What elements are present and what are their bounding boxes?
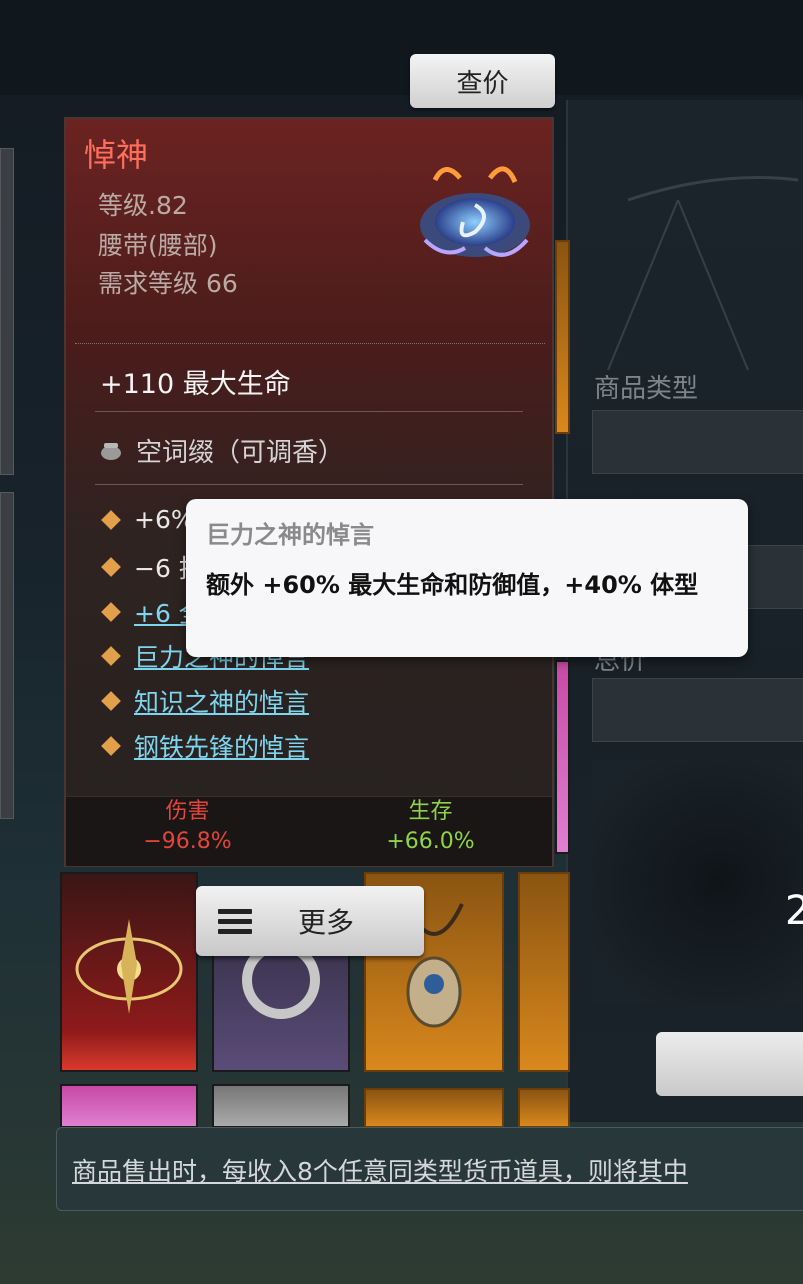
affix-row: +6% (100, 505, 195, 534)
inventory-slot[interactable] (518, 872, 570, 1072)
amount-area (592, 760, 803, 1004)
damage-column: 伤害 −96.8% (66, 797, 309, 866)
inventory-slot[interactable] (60, 1084, 198, 1128)
diamond-icon (101, 646, 121, 666)
section-divider (75, 343, 545, 345)
damage-label: 伤害 (165, 799, 210, 824)
inventory-slot[interactable] (518, 1088, 570, 1128)
item-level: 等级.82 (98, 191, 188, 220)
incense-pot-icon (101, 442, 121, 460)
section-divider (95, 484, 523, 485)
item-name: 悼神 (84, 136, 149, 174)
survival-column: 生存 +66.0% (309, 797, 552, 866)
price-check-button[interactable]: 查价 (410, 54, 555, 108)
crown-item-icon (75, 919, 183, 1014)
damage-value: −96.8% (143, 829, 232, 854)
amount-value: 2 (785, 888, 803, 934)
affix-row[interactable]: 知识之神的悼言 (100, 683, 309, 719)
diamond-icon (101, 602, 121, 622)
inventory-slot[interactable] (555, 240, 570, 434)
menu-icon (218, 904, 252, 939)
product-type-select[interactable] (592, 410, 803, 474)
more-button-label: 更多 (298, 906, 355, 939)
total-price-field[interactable] (592, 678, 803, 742)
inventory-slot[interactable] (555, 660, 570, 854)
confirm-button[interactable] (656, 1032, 803, 1096)
left-edge-slot[interactable] (0, 492, 14, 819)
inventory-slot[interactable] (212, 1084, 350, 1128)
more-button[interactable]: 更多 (196, 886, 424, 956)
tooltip-title: 巨力之神的悼言 (206, 521, 374, 549)
affix-row[interactable]: 钢铁先锋的悼言 (100, 728, 309, 764)
top-bar (0, 0, 803, 95)
required-level: 需求等级 66 (98, 269, 238, 298)
inventory-slot[interactable] (364, 1088, 504, 1128)
diamond-icon (101, 509, 121, 530)
product-type-label: 商品类型 (594, 374, 699, 404)
inventory-slot[interactable] (212, 941, 350, 1072)
section-divider (95, 411, 523, 412)
inventory-slot[interactable] (60, 872, 198, 1072)
affix-link-knowledge[interactable]: 知识之神的悼言 (134, 683, 309, 719)
belt-item-icon (420, 166, 530, 257)
affix-link-iron-vanguard[interactable]: 钢铁先锋的悼言 (134, 728, 309, 764)
survival-value: +66.0% (386, 829, 475, 854)
tooltip-body: 额外 +60% 最大生命和防御值，+40% 体型 (206, 571, 699, 599)
diamond-icon (101, 736, 121, 756)
affix-tooltip: 巨力之神的悼言 额外 +60% 最大生命和防御值，+40% 体型 (186, 499, 748, 657)
left-edge-slot[interactable] (0, 148, 14, 475)
empty-affix: 空词缀（可调香） (100, 432, 344, 469)
item-type: 腰带(腰部) (98, 231, 218, 260)
empty-affix-label: 空词缀（可调香） (136, 438, 345, 468)
main-stat: +110 最大生命 (100, 369, 291, 400)
survival-label: 生存 (408, 799, 453, 824)
ring-item-icon (242, 941, 320, 1019)
comparison-footer: 伤害 −96.8% 生存 +66.0% (66, 796, 552, 866)
diamond-icon (101, 557, 121, 577)
diamond-icon (101, 691, 121, 711)
notice-text[interactable]: 商品售出时，每收入8个任意同类型货币道具，则将其中 (72, 1152, 688, 1188)
